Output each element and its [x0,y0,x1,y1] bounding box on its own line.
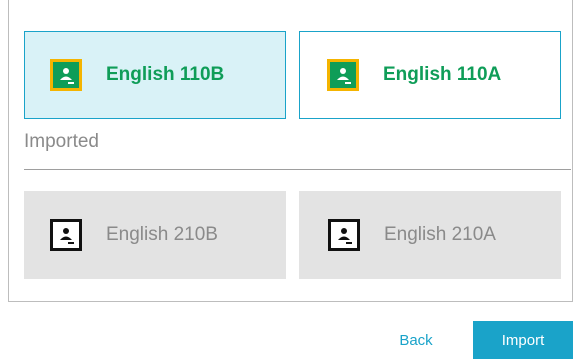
imported-class-card-english-210a: English 210A [299,191,561,279]
class-card-english-110a[interactable]: English 110A [299,31,561,119]
class-card-english-110b[interactable]: English 110B [24,31,286,119]
class-label: English 210B [106,224,218,245]
class-label: English 210A [384,224,496,245]
section-divider [24,169,571,170]
classroom-bw-icon [328,219,360,251]
class-label: English 110A [383,64,502,85]
class-label: English 110B [106,64,225,85]
imported-class-card-english-210b: English 210B [24,191,286,279]
back-button[interactable]: Back [374,321,458,359]
google-classroom-icon [50,59,82,91]
classroom-bw-icon [50,219,82,251]
imported-section-title: Imported [24,131,99,152]
import-button[interactable]: Import [473,321,573,359]
google-classroom-icon [327,59,359,91]
